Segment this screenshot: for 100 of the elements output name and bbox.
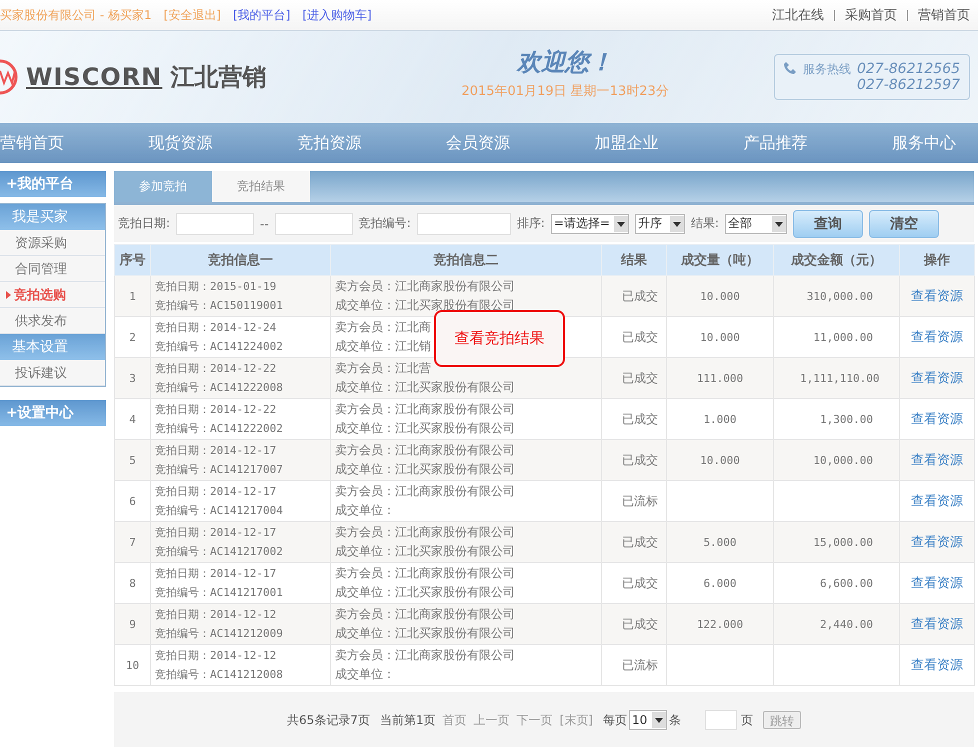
- table-cell: 已成交: [602, 316, 666, 358]
- sidebar-item[interactable]: 竞拍选购: [0, 282, 105, 308]
- phone-icon: [782, 61, 797, 75]
- buyer-text: 成交单位：江北买家股份有限公司: [335, 625, 515, 642]
- seller-text: 卖方会员：江北商家股份有限公司: [335, 606, 515, 623]
- table-cell: 已流标: [602, 480, 666, 522]
- current-page: 当前第1页: [380, 712, 436, 728]
- buyer-text: 成交单位：江北买家股份有限公司: [335, 584, 515, 601]
- welcome-text: 欢迎您！: [517, 47, 614, 78]
- top-nav-link[interactable]: 采购首页: [845, 6, 897, 24]
- auction-date: 竞拍日期：2014-12-22: [155, 402, 276, 418]
- table-cell: 15,000.00: [774, 522, 900, 562]
- table-cell: 已成交: [602, 398, 666, 440]
- sort-select[interactable]: =请选择=: [550, 214, 629, 234]
- sidebar-title[interactable]: +我的平台: [0, 171, 106, 197]
- sidebar-section-title[interactable]: +设置中心: [0, 400, 106, 426]
- column-header: 成交金额（元）: [774, 244, 900, 276]
- auction-date: 竞拍日期：2014-12-24: [155, 320, 276, 336]
- top-link[interactable]: [安全退出]: [164, 6, 221, 24]
- table-cell: 已流标: [602, 644, 666, 686]
- table-cell: 1.000: [666, 398, 774, 440]
- table-cell: 已成交: [602, 604, 666, 644]
- nav-item[interactable]: 竞拍资源: [297, 132, 362, 154]
- table-cell: 已成交: [602, 562, 666, 604]
- sidebar-item[interactable]: 资源采购: [0, 230, 105, 256]
- caret-icon: [652, 712, 666, 728]
- sidebar-item[interactable]: 供求发布: [0, 308, 105, 334]
- table-cell: 2,440.00: [774, 604, 900, 644]
- seller-text: 卖方会员：江北商家股份有限公司: [335, 442, 515, 459]
- page-field[interactable]: [704, 710, 737, 730]
- table-cell: 11,000.00: [774, 316, 900, 358]
- sidebar-item[interactable]: 投诉建议: [0, 360, 105, 386]
- top-nav-link[interactable]: 营销首页: [918, 6, 970, 24]
- page-link[interactable]: 首页: [442, 712, 467, 728]
- clear-button[interactable]: 清空: [868, 210, 939, 238]
- table-cell: 5.000: [666, 522, 774, 562]
- page-link[interactable]: 下一页: [516, 712, 553, 728]
- date-to-field[interactable]: [274, 212, 353, 234]
- sidebar-group-title[interactable]: 我是买家: [0, 204, 105, 230]
- buyer-text: 成交单位：: [335, 502, 395, 519]
- table-cell: 310,000.00: [774, 276, 900, 316]
- phone-number: 027-86212597: [856, 77, 960, 93]
- table-cell: 10,000.00: [774, 440, 900, 480]
- nav-item[interactable]: 服务中心: [892, 132, 956, 154]
- sidebar-item[interactable]: 合同管理: [0, 256, 105, 282]
- brand-name: 江北营销: [170, 62, 266, 93]
- table-cell: 1,300.00: [774, 398, 900, 440]
- nav-item[interactable]: 现货资源: [148, 132, 213, 154]
- date-from-field[interactable]: [176, 212, 254, 234]
- nav-item[interactable]: 营销首页: [0, 132, 64, 154]
- auction-date: 竞拍日期：2014-12-22: [155, 361, 276, 377]
- per-page-unit: 条: [668, 712, 681, 728]
- table-cell: 2: [114, 316, 150, 358]
- page-link[interactable]: 上一页: [474, 712, 510, 728]
- per-page-select[interactable]: 10: [628, 710, 667, 730]
- tooltip: 查看竞拍结果: [434, 310, 565, 367]
- auction-date: 竞拍日期：2014-12-17: [155, 484, 276, 500]
- date-separator: --: [260, 216, 269, 230]
- result-select[interactable]: 全部: [724, 214, 787, 234]
- jump-button[interactable]: 跳转: [762, 711, 801, 729]
- table-cell: 已成交: [602, 522, 666, 562]
- top-link[interactable]: [我的平台]: [232, 6, 290, 24]
- search-button[interactable]: 查询: [792, 210, 863, 238]
- brand-latin: WISCORN: [26, 63, 162, 91]
- order-select[interactable]: 升序: [634, 214, 685, 234]
- seller-text: 卖方会员：江北商家股份有限公司: [335, 524, 515, 541]
- buyer-text: 成交单位：江北买家股份有限公司: [335, 420, 515, 437]
- seller-text: 卖方会员：江北商: [335, 319, 431, 336]
- auction-date: 竞拍日期：2014-12-17: [155, 443, 276, 459]
- table-cell: 6,600.00: [774, 562, 900, 604]
- tab[interactable]: 竞拍结果: [212, 171, 310, 202]
- table-cell: 已成交: [602, 358, 666, 398]
- caret-icon: [614, 216, 628, 232]
- filter-label: 排序:: [516, 215, 545, 232]
- table-cell: 1: [114, 276, 150, 316]
- buyer-text: 成交单位：江北买家股份有限公司: [335, 543, 515, 560]
- nav-item[interactable]: 加盟企业: [594, 132, 659, 154]
- table-cell: 10.000: [666, 316, 774, 358]
- caret-icon: [772, 216, 786, 232]
- seller-text: 卖方会员：江北商家股份有限公司: [335, 483, 515, 500]
- column-header: 结果: [602, 244, 666, 276]
- caret-icon: [670, 216, 684, 232]
- nav-item[interactable]: 会员资源: [446, 132, 510, 154]
- table-cell: 9: [114, 604, 150, 644]
- page-link[interactable]: [末页]: [560, 712, 593, 728]
- auction-date: 竞拍日期：2014-12-17: [155, 525, 276, 541]
- per-page-label: 每页: [602, 712, 627, 728]
- code-field[interactable]: [416, 212, 511, 234]
- nav-item[interactable]: 产品推荐: [743, 132, 808, 154]
- column-header: 竞拍信息二: [330, 244, 602, 276]
- sidebar-group-title[interactable]: 基本设置: [0, 334, 105, 360]
- table-cell: 10: [114, 644, 150, 686]
- tab[interactable]: 参加竞拍: [114, 171, 212, 202]
- top-nav-link[interactable]: 江北在线: [772, 6, 824, 24]
- column-header: 成交量（吨）: [666, 244, 774, 276]
- seller-text: 卖方会员：江北商家股份有限公司: [335, 647, 515, 664]
- table-cell: 6.000: [666, 562, 774, 604]
- hotline-label: 服务热线: [802, 61, 851, 78]
- auction-code: 竞拍编号：AC150119001: [155, 298, 283, 314]
- top-link[interactable]: [进入购物车]: [302, 6, 372, 24]
